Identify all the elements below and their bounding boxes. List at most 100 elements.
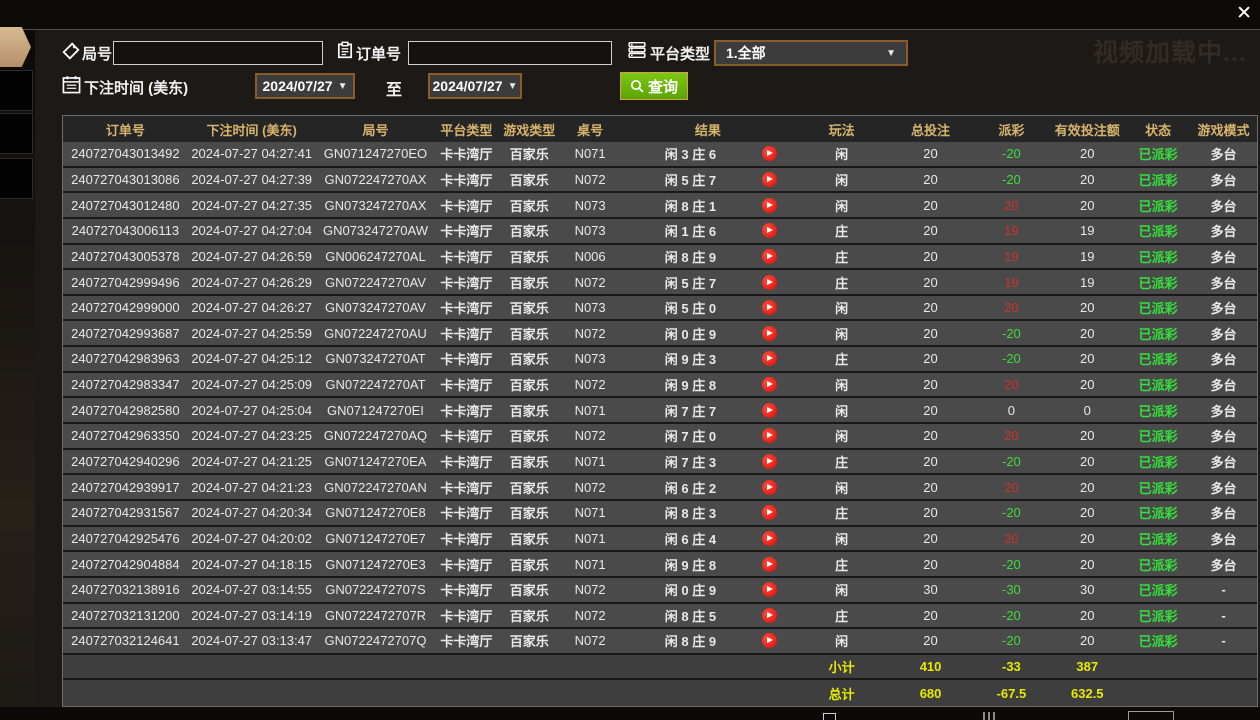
- cell-bet-time: 2024-07-27 04:27:39: [191, 171, 313, 187]
- result-score: 闲 0 庄 9: [664, 326, 717, 342]
- cell-status: 已派彩: [1138, 583, 1178, 599]
- cell-platform: 卡卡湾厅: [440, 557, 493, 573]
- cell-status: 已派彩: [1138, 326, 1178, 342]
- cell-payout: 20: [1004, 428, 1019, 444]
- cell-game-type: 百家乐: [509, 224, 549, 240]
- play-video-icon[interactable]: [761, 171, 777, 187]
- cell-total-bet: 20: [923, 248, 938, 264]
- col-header-platform: 平台类型: [440, 122, 493, 138]
- table-row[interactable]: 240727043005378 2024-07-27 04:26:59 GN00…: [63, 244, 1257, 271]
- play-video-icon[interactable]: [761, 274, 777, 290]
- game-no-input[interactable]: [113, 41, 323, 65]
- table-row[interactable]: 240727043013086 2024-07-27 04:27:39 GN07…: [63, 167, 1257, 194]
- cell-status: 已派彩: [1138, 531, 1178, 547]
- cell-order-id: 240727042925476: [71, 530, 180, 546]
- play-video-icon[interactable]: [761, 556, 777, 572]
- play-video-icon[interactable]: [761, 223, 777, 239]
- cell-table-no: N072: [574, 325, 606, 341]
- platform-type-label: 平台类型: [650, 46, 711, 63]
- cell-game-mode: 多台: [1210, 198, 1237, 214]
- cell-total-bet: 30: [923, 582, 938, 598]
- cell-game-no: GN071247270EO: [323, 146, 428, 162]
- cell-game-no: GN006247270AL: [325, 248, 426, 264]
- table-row[interactable]: 240727032138916 2024-07-27 03:14:55 GN07…: [63, 577, 1257, 604]
- cell-bet-time: 2024-07-27 04:26:27: [191, 300, 313, 316]
- tag-icon: [62, 42, 80, 60]
- cell-game-no: GN073247270AT: [325, 351, 426, 367]
- cell-valid-bet: 20: [1080, 607, 1095, 623]
- cell-table-no: N073: [574, 223, 606, 239]
- table-row[interactable]: 240727043013492 2024-07-27 04:27:41 GN07…: [63, 142, 1257, 168]
- table-row[interactable]: 240727042963350 2024-07-27 04:23:25 GN07…: [63, 424, 1257, 450]
- play-video-icon[interactable]: [761, 325, 777, 341]
- cell-payout: -20: [1002, 171, 1021, 187]
- cell-game-type: 百家乐: [509, 634, 549, 650]
- play-video-icon[interactable]: [761, 248, 777, 264]
- col-header-play: 玩法: [828, 122, 855, 138]
- cell-play-type: 庄: [835, 224, 849, 240]
- result-score: 闲 8 庄 3: [664, 506, 717, 522]
- play-video-icon[interactable]: [761, 582, 777, 598]
- cell-play-type: 闲: [835, 301, 849, 317]
- cell-game-type: 百家乐: [509, 147, 549, 163]
- platform-type-select[interactable]: 1.全部 ▼: [714, 40, 908, 66]
- cell-platform: 卡卡湾厅: [440, 583, 493, 599]
- table-row[interactable]: 240727043012480 2024-07-27 04:27:35 GN07…: [63, 193, 1257, 219]
- play-video-icon[interactable]: [761, 633, 777, 649]
- play-video-icon[interactable]: [761, 530, 777, 546]
- sidebar-collapse-tab[interactable]: [0, 27, 31, 67]
- subtotal-valid-bet: 387: [1076, 659, 1099, 675]
- play-video-icon[interactable]: [761, 607, 777, 623]
- cell-game-type: 百家乐: [509, 301, 549, 317]
- table-row[interactable]: 240727042931567 2024-07-27 04:20:34 GN07…: [63, 500, 1257, 527]
- table-row[interactable]: 240727042904884 2024-07-27 04:18:15 GN07…: [63, 552, 1257, 578]
- cell-game-mode: 多台: [1210, 224, 1237, 240]
- cell-order-id: 240727043012480: [71, 197, 180, 213]
- table-row[interactable]: 240727042999000 2024-07-27 04:26:27 GN07…: [63, 295, 1257, 322]
- chevron-down-icon: ▼: [507, 80, 518, 92]
- cell-result: 闲 0 庄 9: [619, 324, 797, 343]
- cell-total-bet: 20: [923, 505, 938, 521]
- table-row[interactable]: 240727042982580 2024-07-27 04:25:04 GN07…: [63, 398, 1257, 425]
- close-icon[interactable]: ✕: [1236, 3, 1252, 25]
- table-row[interactable]: 240727042983963 2024-07-27 04:25:12 GN07…: [63, 347, 1257, 373]
- cell-play-type: 庄: [835, 352, 849, 368]
- play-video-icon[interactable]: [761, 428, 777, 444]
- cell-total-bet: 20: [923, 607, 938, 623]
- order-no-input[interactable]: [408, 41, 612, 65]
- cell-status: 已派彩: [1138, 301, 1178, 317]
- table-row[interactable]: 240727042993687 2024-07-27 04:25:59 GN07…: [63, 321, 1257, 348]
- table-row[interactable]: 240727032131200 2024-07-27 03:14:19 GN07…: [63, 603, 1257, 630]
- play-video-icon[interactable]: [761, 197, 777, 213]
- cell-valid-bet: 20: [1080, 377, 1095, 393]
- play-video-icon[interactable]: [761, 505, 777, 521]
- table-row[interactable]: 240727032124641 2024-07-27 03:13:47 GN07…: [63, 629, 1257, 655]
- play-video-icon[interactable]: [761, 402, 777, 418]
- table-row[interactable]: 240727042939917 2024-07-27 04:21:23 GN07…: [63, 475, 1257, 501]
- date-from-select[interactable]: 2024/07/27 ▼: [255, 73, 355, 99]
- table-row[interactable]: 240727042940296 2024-07-27 04:21:25 GN07…: [63, 449, 1257, 476]
- play-video-icon[interactable]: [761, 479, 777, 495]
- cutoff-ui-fragment: [983, 712, 995, 720]
- cell-game-mode: 多台: [1210, 480, 1237, 496]
- play-video-icon[interactable]: [761, 377, 777, 393]
- cell-status: 已派彩: [1138, 557, 1178, 573]
- cell-payout: 20: [1004, 479, 1019, 495]
- table-row[interactable]: 240727043006113 2024-07-27 04:27:04 GN07…: [63, 218, 1257, 245]
- play-video-icon[interactable]: [761, 146, 777, 162]
- table-row[interactable]: 240727042925476 2024-07-27 04:20:02 GN07…: [63, 526, 1257, 553]
- play-video-icon[interactable]: [761, 351, 777, 367]
- cell-valid-bet: 20: [1080, 351, 1095, 367]
- cell-result: 闲 9 庄 8: [619, 375, 797, 394]
- cell-order-id: 240727042939917: [71, 479, 180, 495]
- table-row[interactable]: 240727042983347 2024-07-27 04:25:09 GN07…: [63, 372, 1257, 399]
- table-row[interactable]: 240727042999496 2024-07-27 04:26:29 GN07…: [63, 270, 1257, 296]
- cell-order-id: 240727042940296: [71, 454, 180, 469]
- play-video-icon[interactable]: [761, 300, 777, 316]
- cell-platform: 卡卡湾厅: [440, 506, 493, 522]
- date-to-select[interactable]: 2024/07/27 ▼: [428, 73, 522, 99]
- play-video-icon[interactable]: [761, 454, 777, 469]
- cell-game-type: 百家乐: [509, 429, 549, 445]
- query-button[interactable]: 查询: [620, 72, 688, 100]
- cell-result: 闲 0 庄 9: [619, 580, 797, 599]
